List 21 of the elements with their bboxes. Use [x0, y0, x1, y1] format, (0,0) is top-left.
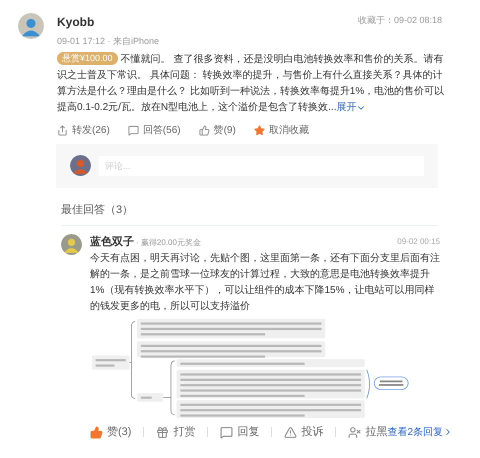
- action-button[interactable]: 打赏: [156, 424, 196, 440]
- bounty-badge: 悬赏¥100.00: [57, 52, 118, 64]
- post-meta: 09-01 17:12 · 来自iPhone: [57, 35, 160, 48]
- answer-text: 今天有点困，明天再讨论，先贴个图，这里面第一条，还有下面分支里后面有注解的一条，是之前雪球一位球友的计算过程，大致的意思是电池转换效率提升1%（现有转换效率水平下），可以让组件的成本下降15%，让电站可以用同样的钱发更多的电，所以可以支持溢价: [90, 252, 440, 314]
- author-name[interactable]: Kyobb: [57, 13, 94, 31]
- answer-time: 09-02 00:15: [397, 236, 440, 248]
- saved-time: 收藏于：09-02 08:18: [358, 14, 442, 27]
- action-button[interactable]: 赞(9): [198, 122, 236, 138]
- question-text: 悬赏¥100.00 不懂就问。 查了很多资料，还是没明白电池转换效率和售价的关系。请有识之士普及下常识。 具体问题： 转换效率的提升，与售价上有什么直接关系？具体的计算方法是什么？理由是什么？ 比如听到一种说法，转换效率每提升1%，电池的售价可以提高0.1-0.2元/瓦。放在N型电池上，这个溢价是包含了转换效...展开: [57, 52, 462, 116]
- expand-link[interactable]: 展开: [336, 100, 366, 116]
- action-button[interactable]: 回答(56): [128, 122, 181, 138]
- action-button[interactable]: 回复: [220, 424, 260, 440]
- action-button[interactable]: 拉黑: [348, 424, 388, 440]
- action-button[interactable]: 取消收藏: [254, 122, 309, 138]
- action-button[interactable]: 赞(3): [90, 424, 132, 440]
- action-button[interactable]: 转发(26): [57, 122, 110, 138]
- section-heading: 最佳回答（3）: [61, 204, 134, 216]
- answer-author[interactable]: 蓝色双子: [90, 234, 134, 250]
- action-button[interactable]: 投诉: [284, 424, 324, 440]
- reward-note: · 赢得20.00元奖金: [136, 236, 201, 248]
- more-replies-link[interactable]: 查看2条回复: [387, 424, 454, 440]
